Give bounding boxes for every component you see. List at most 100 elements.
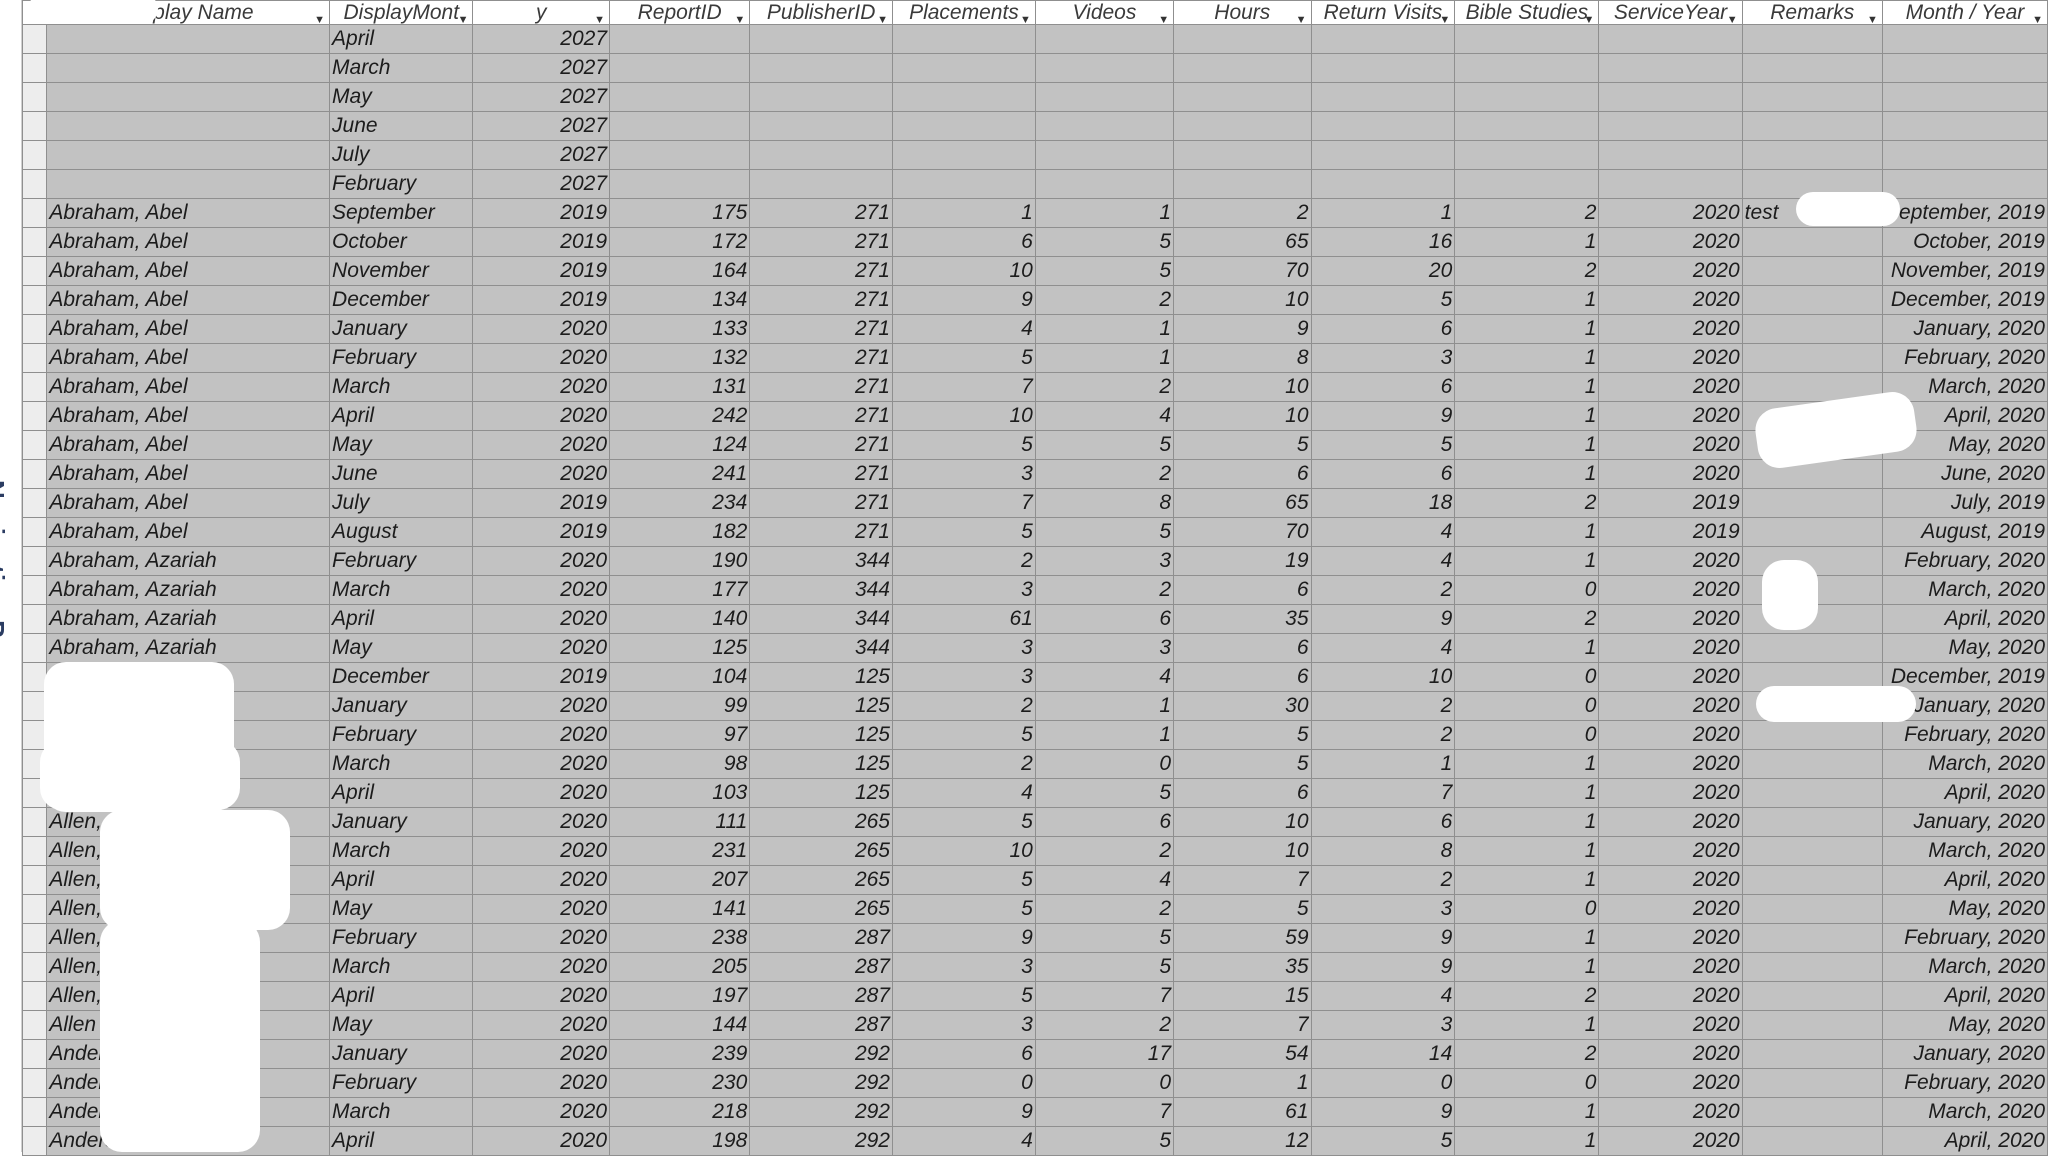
- table-row[interactable]: December 2019 104 125 3 4 6 10 0 2020 December, 20…: [21, 662, 2048, 692]
- table-cell[interactable]: November: [329, 256, 474, 286]
- row-selector[interactable]: [21, 430, 48, 460]
- table-cell[interactable]: 2027: [472, 140, 610, 170]
- table-cell[interactable]: 1: [1310, 749, 1456, 779]
- row-selector[interactable]: [21, 314, 48, 344]
- table-cell[interactable]: 2: [1034, 575, 1175, 605]
- dropdown-arrow-icon[interactable]: ▼: [1158, 9, 1169, 24]
- table-cell[interactable]: [1741, 459, 1883, 489]
- table-cell[interactable]: [1741, 633, 1883, 663]
- table-cell[interactable]: 70: [1173, 517, 1312, 547]
- table-cell[interactable]: 271: [749, 314, 893, 344]
- table-cell[interactable]: 2020: [472, 807, 610, 837]
- table-cell[interactable]: February, 2020: [1881, 720, 2048, 750]
- table-cell[interactable]: 7: [1310, 778, 1456, 808]
- table-cell[interactable]: 19: [1173, 546, 1312, 576]
- table-cell[interactable]: 5: [1034, 256, 1175, 286]
- table-cell[interactable]: Abraham, Azariah: [46, 546, 331, 576]
- table-cell[interactable]: 70: [1173, 256, 1312, 286]
- table-cell[interactable]: 2020: [1598, 314, 1743, 344]
- dropdown-arrow-icon[interactable]: ▼: [734, 9, 745, 24]
- table-cell[interactable]: 14: [1310, 1039, 1456, 1069]
- table-cell[interactable]: 10: [1173, 285, 1312, 315]
- table-cell[interactable]: 7: [1173, 1010, 1312, 1040]
- table-cell[interactable]: [749, 53, 893, 83]
- table-cell[interactable]: 2020: [472, 923, 610, 953]
- table-cell[interactable]: 182: [608, 517, 751, 547]
- dropdown-arrow-icon[interactable]: ▼: [594, 9, 605, 24]
- table-cell[interactable]: 3: [1310, 894, 1456, 924]
- table-row[interactable]: Abraham, Abel April 2020 242 271 10 4 10 9 1 2020 A…: [21, 401, 2048, 431]
- table-cell[interactable]: 2019: [472, 488, 610, 518]
- table-cell[interactable]: 177: [608, 575, 751, 605]
- row-selector[interactable]: [21, 256, 48, 286]
- table-cell[interactable]: 2: [892, 691, 1036, 721]
- table-cell[interactable]: December: [329, 662, 474, 692]
- table-cell[interactable]: 1: [1034, 343, 1175, 373]
- table-cell[interactable]: [1034, 111, 1175, 141]
- table-cell[interactable]: [1454, 140, 1600, 170]
- table-cell[interactable]: 3: [892, 633, 1036, 663]
- table-cell[interactable]: [892, 24, 1036, 54]
- table-cell[interactable]: 1: [1454, 633, 1600, 663]
- table-cell[interactable]: Abraham, Abel: [46, 459, 331, 489]
- table-cell[interactable]: [1310, 53, 1456, 83]
- table-cell[interactable]: [1454, 111, 1600, 141]
- table-cell[interactable]: [1173, 53, 1312, 83]
- table-cell[interactable]: [1741, 140, 1883, 170]
- table-cell[interactable]: April, 2020: [1881, 604, 2048, 634]
- table-cell[interactable]: September: [329, 198, 474, 228]
- table-cell[interactable]: [608, 140, 751, 170]
- row-selector[interactable]: [21, 82, 48, 112]
- table-cell[interactable]: 2: [892, 749, 1036, 779]
- table-cell[interactable]: 2019: [472, 662, 610, 692]
- row-selector[interactable]: [21, 488, 48, 518]
- table-row[interactable]: May 2027: [21, 82, 2048, 112]
- table-cell[interactable]: 2020: [472, 981, 610, 1011]
- table-cell[interactable]: 344: [749, 633, 893, 663]
- table-cell[interactable]: 1: [1034, 720, 1175, 750]
- table-cell[interactable]: 2020: [1598, 836, 1743, 866]
- table-cell[interactable]: [749, 169, 893, 199]
- table-cell[interactable]: 6: [1310, 314, 1456, 344]
- table-cell[interactable]: 271: [749, 459, 893, 489]
- table-cell[interactable]: 2020: [1598, 285, 1743, 315]
- table-row[interactable]: June 2027: [21, 111, 2048, 141]
- table-cell[interactable]: [1598, 169, 1743, 199]
- table-cell[interactable]: 3: [1310, 1010, 1456, 1040]
- table-cell[interactable]: 9: [1310, 604, 1456, 634]
- table-row[interactable]: Abraham, Abel January 2020 133 271 4 1 9 6 1 2020 J…: [21, 314, 2048, 344]
- table-cell[interactable]: March, 2020: [1881, 575, 2048, 605]
- table-cell[interactable]: [1741, 1010, 1883, 1040]
- row-selector[interactable]: [21, 401, 48, 431]
- table-cell[interactable]: 125: [749, 720, 893, 750]
- table-cell[interactable]: Abraham, Azariah: [46, 633, 331, 663]
- table-cell[interactable]: 2020: [472, 633, 610, 663]
- table-cell[interactable]: 0: [1454, 720, 1600, 750]
- table-cell[interactable]: 6: [1310, 372, 1456, 402]
- table-cell[interactable]: April, 2020: [1881, 1126, 2048, 1156]
- table-cell[interactable]: 7: [1034, 981, 1175, 1011]
- row-selector[interactable]: [21, 140, 48, 170]
- table-cell[interactable]: 3: [892, 459, 1036, 489]
- table-cell[interactable]: [1741, 894, 1883, 924]
- table-cell[interactable]: July: [329, 488, 474, 518]
- table-cell[interactable]: [1741, 981, 1883, 1011]
- table-cell[interactable]: [1034, 82, 1175, 112]
- table-cell[interactable]: 5: [892, 720, 1036, 750]
- table-cell[interactable]: [46, 24, 331, 54]
- table-cell[interactable]: [46, 111, 331, 141]
- table-cell[interactable]: [1173, 111, 1312, 141]
- row-selector[interactable]: [21, 111, 48, 141]
- table-cell[interactable]: 344: [749, 546, 893, 576]
- dropdown-arrow-icon[interactable]: ▼: [2032, 9, 2043, 24]
- table-cell[interactable]: [1310, 111, 1456, 141]
- table-cell[interactable]: [608, 169, 751, 199]
- table-cell[interactable]: 2020: [472, 459, 610, 489]
- table-cell[interactable]: May: [329, 894, 474, 924]
- table-cell[interactable]: [1034, 53, 1175, 83]
- table-row[interactable]: Abraham, Abel September 2019 175 271 1 1 2 1 2 202…: [21, 198, 2048, 228]
- table-cell[interactable]: [1034, 169, 1175, 199]
- table-cell[interactable]: 2020: [1598, 691, 1743, 721]
- table-row[interactable]: Abraham, Azariah February 2020 190 344 2 3 19 4 1…: [21, 546, 2048, 576]
- table-cell[interactable]: 4: [1310, 546, 1456, 576]
